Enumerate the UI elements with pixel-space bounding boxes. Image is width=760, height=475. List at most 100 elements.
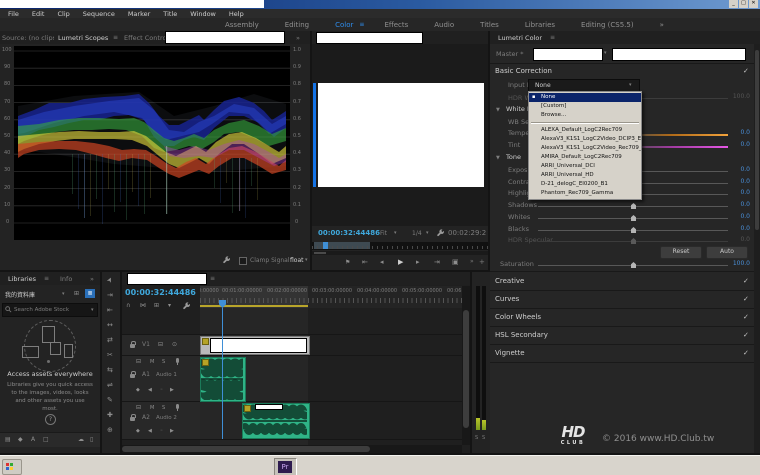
workspace-titles[interactable]: Titles [480, 21, 499, 29]
mute-button[interactable]: M [150, 359, 154, 365]
hsl-secondary-checkbox[interactable]: ✓ [743, 331, 749, 339]
taskbar-premiere-button[interactable]: Pr [274, 458, 297, 475]
tab-overflow-icon[interactable]: » [296, 34, 300, 42]
track-v1-label[interactable]: V1 [142, 341, 150, 348]
track-a1-label[interactable]: A1 [142, 371, 150, 378]
start-button[interactable] [2, 459, 22, 475]
program-scrollbar-thumb[interactable] [314, 252, 326, 254]
lut-option[interactable]: AlexaV3_K1S1_LogC2Video_DCIP3_EE [529, 135, 641, 144]
section-creative[interactable]: Creative ✓ [490, 272, 760, 291]
keyframe-add-icon[interactable]: ◆ [136, 428, 140, 434]
panel-menu-icon[interactable]: ≡ [44, 275, 49, 282]
shadows-handle[interactable] [631, 203, 636, 209]
search-arrow-icon[interactable]: ▾ [91, 307, 94, 313]
track-output-eye-icon[interactable]: ⊙ [172, 341, 177, 348]
program-scrollbar[interactable] [312, 251, 488, 255]
menu-edit[interactable]: Edit [32, 10, 45, 18]
go-to-in-button[interactable]: ⇤ [362, 258, 368, 266]
tab-source[interactable]: Source: (no clips) [2, 34, 54, 42]
tone-collapse-icon[interactable]: ▼ [496, 155, 500, 161]
menu-sequence[interactable]: Sequence [83, 10, 115, 18]
fit-dropdown-arrow-icon[interactable]: ▾ [394, 230, 397, 236]
program-timecode[interactable]: 00:00:32:44486 [318, 229, 380, 237]
tool-pen[interactable]: ✎ [107, 396, 113, 404]
menu-marker[interactable]: Marker [128, 10, 150, 18]
keyframe-dot-icon[interactable]: ◦ [160, 428, 163, 434]
section-basic-correction[interactable]: Basic Correction ✓ [490, 64, 760, 78]
curves-checkbox[interactable]: ✓ [743, 295, 749, 303]
mute-button[interactable]: M [150, 405, 154, 411]
tab-lumetri-color[interactable]: Lumetri Color [498, 34, 542, 42]
keyframe-prev-icon[interactable]: ◀ [148, 387, 152, 393]
vignette-checkbox[interactable]: ✓ [743, 349, 749, 357]
tool-zoom[interactable]: ⊕ [107, 426, 113, 434]
timeline-hscrollbar-thumb[interactable] [122, 446, 370, 452]
search-field[interactable]: Search Adobe Stock ▾ [2, 303, 98, 317]
menu-title[interactable]: Title [163, 10, 177, 18]
library-name-dropdown[interactable]: 我的資料庫 [5, 290, 35, 299]
lut-option-none[interactable]: ▪None [529, 93, 641, 102]
add-color-icon[interactable]: ◆ [18, 436, 23, 443]
white-balance-collapse-icon[interactable]: ▼ [496, 107, 500, 113]
audio-clip-2[interactable] [242, 403, 310, 439]
close-button[interactable]: ✕ [749, 0, 758, 8]
timeline-timecode[interactable]: 00:00:32:44486 [125, 288, 196, 297]
workspace-libraries[interactable]: Libraries [525, 21, 555, 29]
trash-icon[interactable]: ▯ [90, 436, 93, 443]
export-frame-button[interactable]: ▣ [452, 258, 459, 266]
keyframe-add-icon[interactable]: ◆ [136, 387, 140, 393]
button-editor-add[interactable]: + [479, 258, 485, 266]
timeline-ruler[interactable]: 0:00000 00:01:00:00000 00:02:00:00000 00… [200, 286, 462, 308]
menu-help[interactable]: Help [229, 10, 244, 18]
grid-view-icon[interactable]: ⊞ [74, 290, 79, 297]
tool-slide[interactable]: ⇌ [107, 381, 113, 389]
tool-slip[interactable]: ⇆ [107, 366, 113, 374]
menu-file[interactable]: File [8, 10, 19, 18]
section-vignette[interactable]: Vignette ✓ [490, 344, 760, 363]
help-icon[interactable]: ? [45, 414, 56, 425]
tool-razor[interactable]: ✂ [107, 351, 113, 359]
panel-menu-icon[interactable]: ≡ [210, 275, 215, 282]
library-name-arrow-icon[interactable]: ▾ [62, 291, 65, 297]
lumetri-scrollbar[interactable] [754, 44, 760, 453]
lut-option[interactable]: Phantom_Rec709_Gamma [529, 189, 641, 198]
add-marker-button[interactable]: ⚑ [345, 259, 350, 266]
step-forward-button[interactable]: ▸ [416, 258, 420, 266]
program-settings-wrench-icon[interactable] [436, 229, 445, 238]
format-dropdown-arrow-icon[interactable]: ▾ [305, 257, 308, 263]
format-dropdown[interactable]: float [290, 257, 303, 264]
program-scrub-bar[interactable] [312, 242, 488, 250]
workspace-audio[interactable]: Audio [434, 21, 454, 29]
minimize-button[interactable]: _ [729, 0, 738, 8]
source-patch-icon[interactable]: ⊟ [136, 404, 141, 411]
clamp-signal-checkbox[interactable] [239, 257, 247, 265]
lut-option-browse[interactable]: Browse... [529, 111, 641, 120]
lock-icon[interactable] [130, 374, 135, 378]
workspace-assembly[interactable]: Assembly [225, 21, 259, 29]
step-back-button[interactable]: ◂ [380, 258, 384, 266]
quality-dropdown-arrow-icon[interactable]: ▾ [426, 230, 429, 236]
voiceover-record-icon[interactable] [176, 358, 179, 363]
lut-option[interactable]: AlexaV3_K1S1_LogC2Video_Rec709_EE [529, 144, 641, 153]
panel-menu-icon[interactable]: ≡ [113, 34, 118, 41]
section-curves[interactable]: Curves ✓ [490, 290, 760, 309]
lut-option[interactable]: D-21_delogC_EI0200_B1 [529, 180, 641, 189]
creative-checkbox[interactable]: ✓ [743, 277, 749, 285]
timeline-hscrollbar[interactable] [122, 445, 462, 453]
lut-option[interactable]: AMIRA_Default_LogC2Rec709 [529, 153, 641, 162]
keyframe-next-icon[interactable]: ▶ [170, 387, 174, 393]
lock-icon[interactable] [130, 344, 135, 348]
section-hsl-secondary[interactable]: HSL Secondary ✓ [490, 326, 760, 345]
sync-lock-icon[interactable]: ⊟ [158, 341, 163, 348]
go-to-out-button[interactable]: ⇥ [434, 258, 440, 266]
basic-correction-checkbox[interactable]: ✓ [743, 67, 749, 75]
sync-cloud-icon[interactable]: ☁ [78, 436, 84, 443]
timeline-vscrollbar-thumb[interactable] [463, 310, 469, 428]
lut-option[interactable]: ARRI_Universal_DCI [529, 162, 641, 171]
workspace-menu-icon[interactable]: ≡ [359, 21, 364, 28]
voiceover-record-icon[interactable] [176, 404, 179, 409]
menu-clip[interactable]: Clip [57, 10, 69, 18]
panel-menu-icon[interactable]: ≡ [550, 34, 555, 41]
tool-hand[interactable]: ✚ [107, 411, 113, 419]
lut-option-custom[interactable]: [Custom] [529, 102, 641, 111]
